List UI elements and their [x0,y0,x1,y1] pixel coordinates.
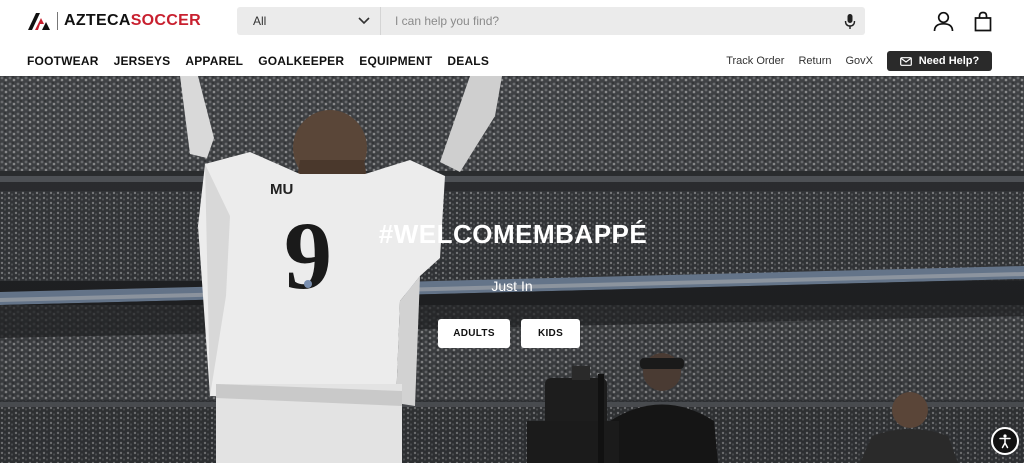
logo-divider [57,12,58,30]
brand-logo[interactable]: AZTECASOCCER [27,10,201,32]
need-help-button[interactable]: Need Help? [887,51,992,71]
accessibility-icon[interactable] [991,427,1019,455]
nav-row: FOOTWEAR JERSEYS APPAREL GOALKEEPER EQUI… [0,42,1024,76]
nav-apparel[interactable]: APPAREL [185,54,243,68]
brand-name-part2: SOCCER [130,12,201,29]
search-category-value: All [253,14,267,28]
utility-nav: Track Order Return GovX [726,55,873,67]
hero-subtitle: Just In [491,278,533,294]
logo-mark-icon [28,13,50,30]
hero-title: #WELCOMEMBAPPÉ [378,219,648,249]
track-order-link[interactable]: Track Order [726,55,784,67]
govx-link[interactable]: GovX [845,55,873,67]
search-category-select[interactable]: All [237,7,381,35]
nav-jerseys[interactable]: JERSEYS [114,54,171,68]
brand-name: AZTECASOCCER [64,12,201,30]
microphone-icon[interactable] [835,7,865,35]
nav-goalkeeper[interactable]: GOALKEEPER [258,54,344,68]
return-link[interactable]: Return [798,55,831,67]
chat-icon [899,56,912,66]
hero-image: MU 9 [0,76,1024,463]
chevron-down-icon [358,17,370,25]
svg-text:MU: MU [270,181,293,198]
nav-footwear[interactable]: FOOTWEAR [27,54,99,68]
nav-deals[interactable]: DEALS [447,54,489,68]
search-input[interactable] [381,7,835,35]
account-icon[interactable] [932,10,954,32]
cart-icon[interactable] [972,10,994,32]
hero-banner: MU 9 #WELCOMEMBAPPÉ Just In ADULTS KIDS [0,76,1024,463]
brand-name-part1: AZTECA [64,12,131,29]
search-bar: All [237,7,865,35]
adults-button[interactable]: ADULTS [438,319,510,348]
main-nav: FOOTWEAR JERSEYS APPAREL GOALKEEPER EQUI… [27,54,489,68]
nav-equipment[interactable]: EQUIPMENT [359,54,432,68]
need-help-label: Need Help? [918,55,980,67]
site-header: AZTECASOCCER All [0,0,1024,42]
header-icons [932,10,994,32]
kids-button[interactable]: KIDS [521,319,580,348]
